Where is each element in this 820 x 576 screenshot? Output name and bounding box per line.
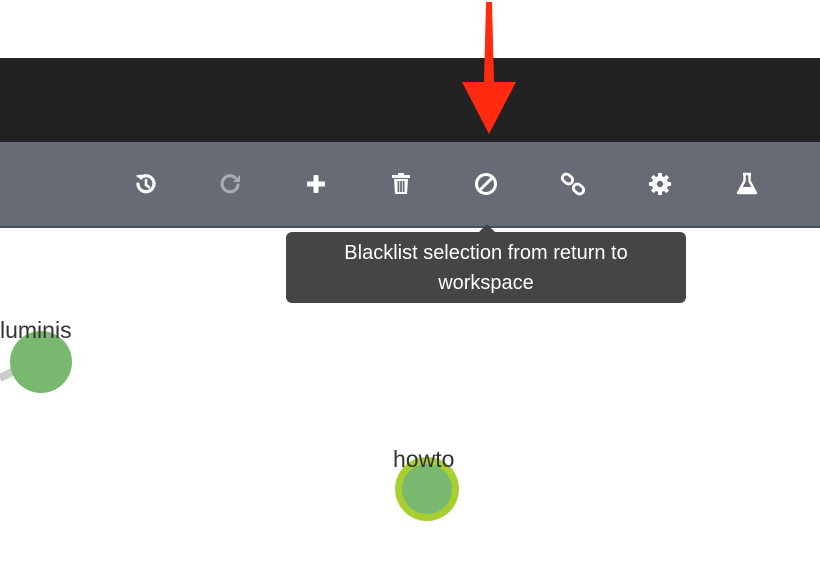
undo-button[interactable]	[127, 166, 163, 202]
graph-toolbar	[0, 142, 820, 228]
delete-button[interactable]	[383, 166, 419, 202]
gear-icon	[649, 173, 671, 195]
add-node-button[interactable]	[298, 166, 334, 202]
redo-button[interactable]	[213, 166, 249, 202]
link-button[interactable]	[555, 166, 591, 202]
annotation-arrow	[462, 2, 516, 134]
node-label: luminis	[0, 317, 72, 343]
redo-icon	[220, 174, 240, 194]
flask-icon	[736, 172, 758, 195]
chain-link-icon	[560, 172, 586, 196]
node-label: howto	[393, 446, 455, 472]
graph-canvas[interactable]	[0, 228, 820, 576]
ban-icon	[475, 173, 497, 195]
experimental-button[interactable]	[729, 166, 765, 202]
history-undo-icon	[135, 174, 156, 194]
blacklist-button[interactable]	[468, 166, 504, 202]
trash-icon	[392, 173, 410, 194]
plus-icon	[307, 175, 325, 193]
settings-button[interactable]	[642, 166, 678, 202]
